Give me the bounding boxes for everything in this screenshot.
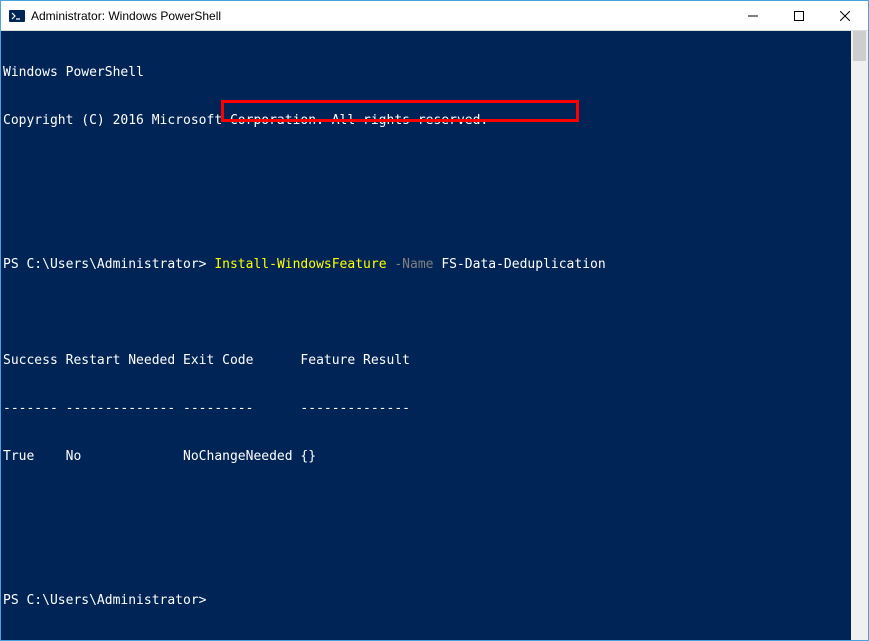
table-row: True No NoChangeNeeded {} <box>3 449 851 465</box>
terminal-area[interactable]: Windows PowerShell Copyright (C) 2016 Mi… <box>1 31 868 640</box>
window-controls <box>730 1 868 30</box>
table-header: Success Restart Needed Exit Code Feature… <box>3 353 851 369</box>
copyright-line: Copyright (C) 2016 Microsoft Corporation… <box>3 113 851 129</box>
terminal-content: Windows PowerShell Copyright (C) 2016 Mi… <box>3 33 851 638</box>
minimize-button[interactable] <box>730 1 776 30</box>
blank-line <box>3 497 851 513</box>
cmdlet: Install-WindowsFeature <box>214 257 386 272</box>
vertical-scrollbar[interactable] <box>851 31 868 640</box>
close-button[interactable] <box>822 1 868 30</box>
prompt-line: PS C:\Users\Administrator> <box>3 593 851 609</box>
blank-line <box>3 305 851 321</box>
blank-line <box>3 161 851 177</box>
blank-line <box>3 545 851 561</box>
param-name: -Name <box>394 257 433 272</box>
table-divider: ------- -------------- --------- -------… <box>3 401 851 417</box>
command-line: PS C:\Users\Administrator> Install-Windo… <box>3 257 851 273</box>
scrollbar-thumb[interactable] <box>853 31 866 61</box>
window-title: Administrator: Windows PowerShell <box>31 9 730 23</box>
powershell-icon <box>9 8 25 24</box>
blank-line <box>3 209 851 225</box>
powershell-window: Administrator: Windows PowerShell Window… <box>0 0 869 641</box>
param-value: FS-Data-Deduplication <box>441 257 605 272</box>
prompt: PS C:\Users\Administrator> <box>3 257 207 272</box>
prompt: PS C:\Users\Administrator> <box>3 593 207 608</box>
banner-line: Windows PowerShell <box>3 65 851 81</box>
titlebar[interactable]: Administrator: Windows PowerShell <box>1 1 868 31</box>
maximize-button[interactable] <box>776 1 822 30</box>
